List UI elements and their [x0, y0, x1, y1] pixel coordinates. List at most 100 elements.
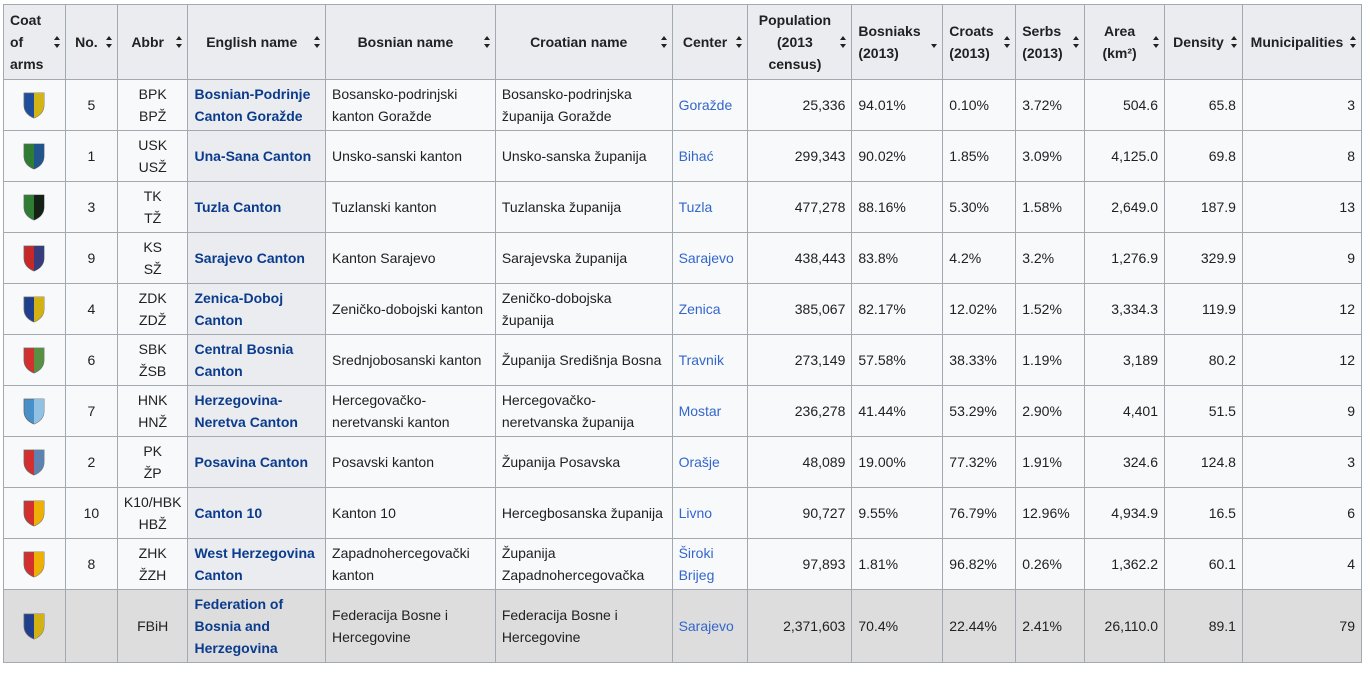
serbs-cell: 2.90%	[1015, 385, 1086, 437]
header-abbr[interactable]: Abbr	[116, 4, 189, 80]
english-name-link[interactable]: Zenica-Doboj Canton	[194, 290, 283, 328]
english-name-cell[interactable]: Bosnian-Podrinje Canton Goražde	[187, 79, 327, 131]
english-name-link[interactable]: Una-Sana Canton	[194, 148, 311, 164]
abbr-cell: SBK ŽSB	[116, 334, 189, 386]
center-link[interactable]: Sarajevo	[679, 618, 734, 634]
croatian-name-value: Županija Središnja Bosna	[501, 352, 662, 368]
center-link[interactable]: Sarajevo	[679, 250, 734, 266]
english-name-cell[interactable]: Herzegovina-Neretva Canton	[187, 385, 327, 437]
coat-of-arms-icon[interactable]	[10, 346, 59, 374]
center-cell[interactable]: Mostar	[671, 385, 749, 437]
center-link[interactable]: Mostar	[679, 403, 722, 419]
english-name-cell[interactable]: Sarajevo Canton	[187, 232, 327, 284]
english-name-link[interactable]: Bosnian-Podrinje Canton Goražde	[194, 86, 310, 124]
serbs-value: 2.90%	[1022, 403, 1062, 419]
header-no[interactable]: No.	[64, 4, 118, 80]
coat-of-arms-icon[interactable]	[10, 550, 59, 578]
sort-icon[interactable]	[1350, 36, 1357, 48]
center-cell[interactable]: Goražde	[671, 79, 749, 131]
center-link[interactable]: Travnik	[679, 352, 724, 368]
sort-icon[interactable]	[483, 36, 491, 48]
croats-cell: 5.30%	[942, 181, 1017, 233]
coat-of-arms-icon[interactable]	[10, 448, 59, 476]
header-population[interactable]: Population (2013 census)	[747, 4, 853, 80]
no-cell: 8	[64, 538, 118, 590]
sort-icon[interactable]	[1230, 36, 1238, 48]
header-serbs[interactable]: Serbs (2013)	[1015, 4, 1086, 80]
sort-icon[interactable]	[176, 36, 183, 48]
coat-of-arms-icon[interactable]	[10, 91, 59, 119]
header-english-name[interactable]: English name	[187, 4, 327, 80]
coat-of-arms-icon[interactable]	[10, 142, 59, 170]
center-link[interactable]: Goražde	[679, 97, 733, 113]
sort-icon[interactable]	[53, 36, 61, 48]
center-cell[interactable]: Široki Brijeg	[671, 538, 749, 590]
header-coat-of-arms[interactable]: Coat of arms	[3, 4, 66, 80]
center-link[interactable]: Tuzla	[679, 199, 713, 215]
english-name-link[interactable]: Central Bosnia Canton	[194, 341, 293, 379]
center-cell[interactable]: Tuzla	[671, 181, 749, 233]
center-cell[interactable]: Livno	[671, 487, 749, 539]
header-croats[interactable]: Croats (2013)	[942, 4, 1017, 80]
sort-icon[interactable]	[736, 36, 743, 48]
english-name-cell[interactable]: Central Bosnia Canton	[187, 334, 327, 386]
english-name-cell[interactable]: Posavina Canton	[187, 436, 327, 488]
coat-of-arms-icon[interactable]	[10, 244, 59, 272]
bosnian-name-cell: Zapadnohercegovački kanton	[325, 538, 496, 590]
area-value: 1,276.9	[1111, 250, 1158, 266]
center-link[interactable]: Bihać	[679, 148, 714, 164]
english-name-cell[interactable]: West Herzegovina Canton	[187, 538, 327, 590]
population-cell: 438,443	[747, 232, 853, 284]
center-link[interactable]: Orašje	[679, 454, 720, 470]
no-cell: 10	[64, 487, 118, 539]
center-cell[interactable]: Sarajevo	[671, 589, 749, 663]
english-name-link[interactable]: Federation of Bosnia and Herzegovina	[194, 596, 283, 656]
center-link[interactable]: Široki Brijeg	[679, 545, 715, 583]
coat-of-arms-cell	[3, 334, 66, 386]
center-cell[interactable]: Bihać	[671, 130, 749, 182]
english-name-link[interactable]: Tuzla Canton	[194, 199, 281, 215]
center-cell[interactable]: Travnik	[671, 334, 749, 386]
coat-of-arms-icon[interactable]	[10, 397, 59, 425]
sort-icon[interactable]	[314, 36, 321, 48]
area-value: 324.6	[1122, 454, 1158, 470]
municipalities-value: 9	[1347, 403, 1355, 419]
english-name-link[interactable]: Posavina Canton	[194, 454, 308, 470]
center-cell[interactable]: Sarajevo	[671, 232, 749, 284]
header-center[interactable]: Center	[671, 4, 749, 80]
sort-icon[interactable]	[840, 36, 847, 48]
header-municipalities[interactable]: Municipalities	[1241, 4, 1362, 80]
english-name-cell[interactable]: Zenica-Doboj Canton	[187, 283, 327, 335]
english-name-link[interactable]: Sarajevo Canton	[194, 250, 304, 266]
center-cell[interactable]: Zenica	[671, 283, 749, 335]
coat-of-arms-icon[interactable]	[10, 612, 59, 640]
header-croatian-name[interactable]: Croatian name	[494, 4, 673, 80]
header-area[interactable]: Area (km²)	[1084, 4, 1165, 80]
coat-of-arms-icon[interactable]	[10, 295, 59, 323]
header-density[interactable]: Density	[1164, 4, 1243, 80]
density-value: 124.8	[1200, 454, 1236, 470]
center-cell[interactable]: Orašje	[671, 436, 749, 488]
sort-icon[interactable]	[1073, 36, 1080, 48]
sort-icon[interactable]	[1153, 36, 1160, 48]
center-link[interactable]: Livno	[679, 505, 712, 521]
english-name-cell[interactable]: Tuzla Canton	[187, 181, 327, 233]
sort-icon[interactable]	[1004, 36, 1011, 48]
english-name-link[interactable]: Herzegovina-Neretva Canton	[194, 392, 297, 430]
croatian-name-value: Hercegovačko-neretvanska županija	[501, 392, 635, 430]
english-name-cell[interactable]: Federation of Bosnia and Herzegovina	[187, 589, 327, 663]
coat-of-arms-icon[interactable]	[10, 499, 59, 527]
header-bosnian-name[interactable]: Bosnian name	[325, 4, 496, 80]
english-name-link[interactable]: West Herzegovina Canton	[194, 545, 314, 583]
center-link[interactable]: Zenica	[679, 301, 721, 317]
header-bosniaks[interactable]: Bosniaks (2013)	[851, 4, 944, 80]
english-name-link[interactable]: Canton 10	[194, 505, 262, 521]
sort-icon[interactable]	[105, 36, 113, 48]
sort-descending-icon[interactable]	[931, 36, 938, 48]
english-name-cell[interactable]: Canton 10	[187, 487, 327, 539]
english-name-cell[interactable]: Una-Sana Canton	[187, 130, 327, 182]
coat-of-arms-icon[interactable]	[10, 193, 59, 221]
sort-icon[interactable]	[660, 36, 668, 48]
population-cell: 90,727	[747, 487, 853, 539]
bosnian-name-cell: Federacija Bosne i Hercegovine	[325, 589, 496, 663]
